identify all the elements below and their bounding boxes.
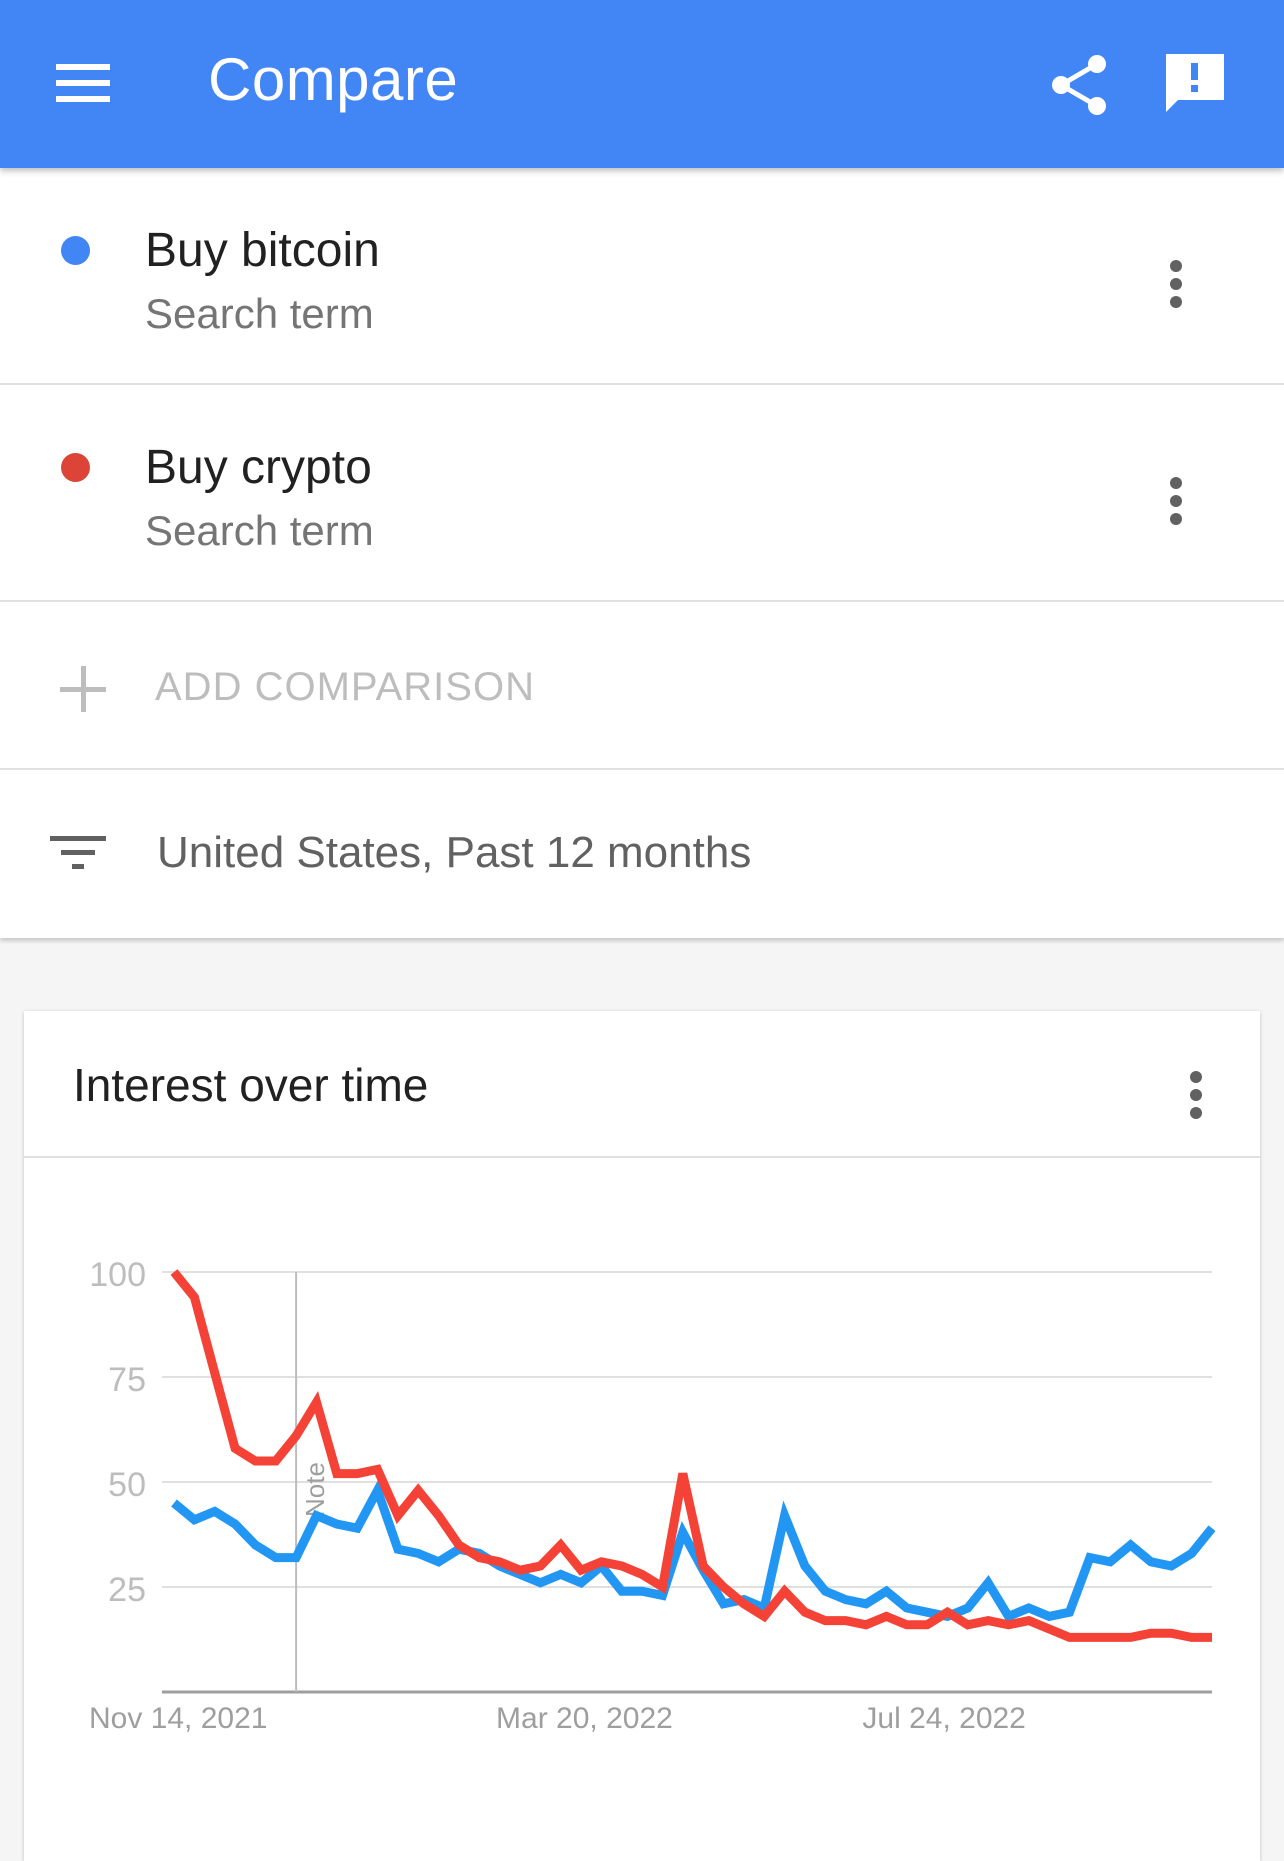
comparison-panel: Buy bitcoin Search term Buy crypto Searc… bbox=[0, 168, 1284, 938]
term-color-dot bbox=[61, 236, 90, 265]
term-options-button[interactable] bbox=[1156, 465, 1196, 535]
term-row-buy-bitcoin[interactable]: Buy bitcoin Search term bbox=[0, 168, 1284, 385]
filter-row[interactable]: United States, Past 12 months bbox=[0, 770, 1284, 938]
series-line-buy-crypto bbox=[170, 1269, 1212, 1642]
x-tick-label: Nov 14, 2021 bbox=[89, 1702, 267, 1735]
y-tick-label: 50 bbox=[108, 1466, 146, 1504]
app-bar: Compare bbox=[0, 0, 1284, 168]
interest-over-time-card: Interest over time 100 75 50 25 Note Nov 14, … bbox=[24, 1011, 1260, 1861]
more-vert-icon bbox=[1170, 477, 1182, 489]
term-type: Search term bbox=[145, 290, 374, 337]
y-tick-label: 25 bbox=[108, 1571, 146, 1609]
interest-line-chart: 100 75 50 25 Note Nov 14, 2021 Mar 20, 2022 Jul… bbox=[89, 1256, 1216, 1735]
y-tick-label: 100 bbox=[89, 1256, 146, 1294]
term-name: Buy crypto bbox=[145, 441, 372, 494]
x-tick-label: Mar 20, 2022 bbox=[496, 1702, 673, 1735]
add-comparison-button[interactable]: ADD COMPARISON bbox=[0, 602, 1284, 770]
page-title: Compare bbox=[208, 46, 459, 113]
add-comparison-label: ADD COMPARISON bbox=[155, 665, 535, 709]
term-type: Search term bbox=[145, 507, 374, 554]
x-tick-label: Jul 24, 2022 bbox=[862, 1702, 1025, 1735]
feedback-icon bbox=[1166, 54, 1224, 112]
filter-label: United States, Past 12 months bbox=[157, 828, 752, 877]
share-icon bbox=[1052, 55, 1106, 115]
term-color-dot bbox=[61, 453, 90, 482]
more-vert-icon bbox=[1170, 260, 1182, 272]
term-options-button[interactable] bbox=[1156, 248, 1196, 318]
plus-icon bbox=[60, 666, 106, 712]
share-button[interactable] bbox=[1045, 50, 1115, 120]
term-name: Buy bitcoin bbox=[145, 224, 380, 277]
note-label: Note bbox=[300, 1462, 330, 1517]
filter-icon bbox=[50, 830, 106, 880]
term-row-buy-crypto[interactable]: Buy crypto Search term bbox=[0, 385, 1284, 602]
y-tick-label: 75 bbox=[108, 1361, 146, 1399]
menu-button[interactable] bbox=[50, 58, 116, 108]
feedback-button[interactable] bbox=[1160, 50, 1230, 120]
